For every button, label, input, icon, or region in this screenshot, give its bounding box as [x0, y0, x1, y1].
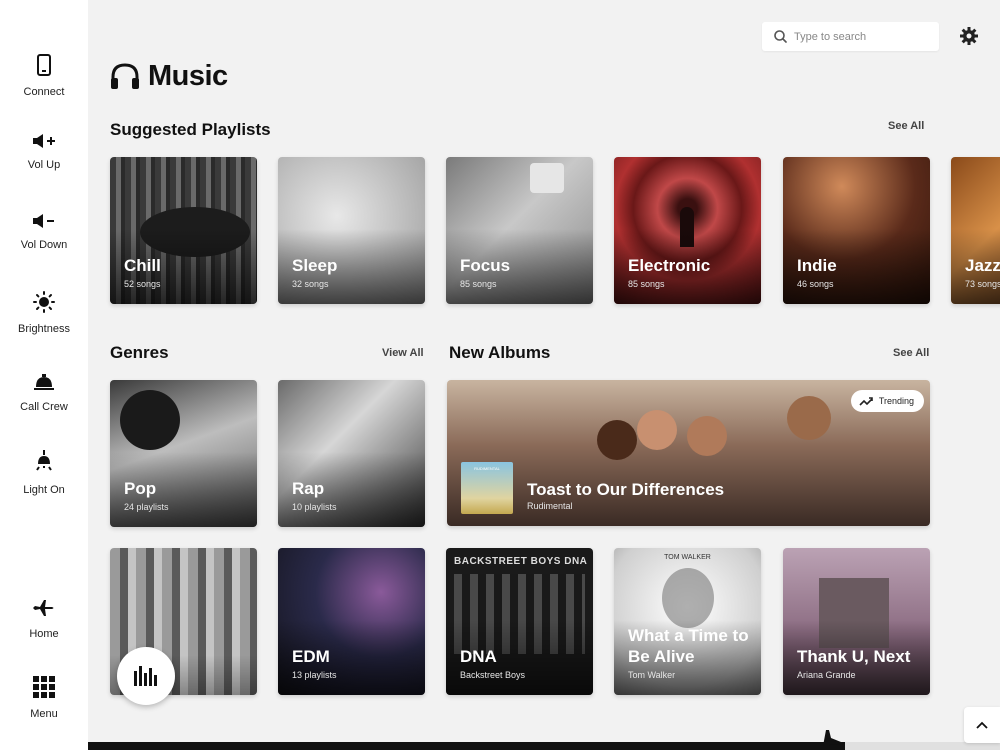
grid-icon — [33, 676, 55, 698]
light-icon — [36, 450, 52, 471]
genre-title: Pop — [124, 479, 157, 498]
chevron-up-icon — [976, 721, 988, 729]
sidebar-item-label: Connect — [23, 86, 65, 98]
featured-album-thumb-text: RUDIMENTAL — [474, 466, 500, 471]
gear-icon[interactable] — [960, 27, 978, 45]
playlist-song-count: 52 songs — [124, 279, 161, 289]
album-title: DNA — [460, 647, 497, 666]
playlist-title: Jazz — [965, 256, 1000, 275]
playlist-song-count: 85 songs — [628, 279, 665, 289]
featured-album-card[interactable]: Trending RUDIMENTAL Toast to Our Differe… — [447, 380, 930, 526]
sidebar-item-vol-down[interactable]: Vol Down — [0, 213, 88, 253]
album-artist: Ariana Grande — [797, 670, 856, 680]
brightness-icon — [33, 291, 55, 313]
sidebar-item-label: Home — [29, 628, 59, 640]
suggested-see-all-link[interactable]: See All — [888, 120, 924, 132]
playlist-song-count: 85 songs — [460, 279, 497, 289]
airplane-icon — [823, 730, 841, 746]
volume-down-icon — [33, 214, 54, 228]
suggested-playlists-heading: Suggested Playlists — [110, 120, 271, 139]
trending-icon — [859, 396, 873, 406]
sidebar-item-brightness[interactable]: Brightness — [0, 291, 88, 337]
bell-icon — [34, 374, 54, 390]
playlist-title: Sleep — [292, 256, 338, 275]
playlist-song-count: 46 songs — [797, 279, 834, 289]
main-content: Music Suggested Playlists See All Chill … — [88, 0, 1000, 750]
playlist-card-indie[interactable]: Indie 46 songs — [783, 157, 930, 304]
playlist-card-chill[interactable]: Chill 52 songs — [110, 157, 257, 304]
albums-see-all-link[interactable]: See All — [893, 347, 929, 359]
genre-card-rap[interactable]: Rap 10 playlists — [278, 380, 425, 527]
playlist-title: Focus — [460, 256, 511, 275]
sidebar-item-call-crew[interactable]: Call Crew — [0, 373, 88, 415]
genre-playlist-count: 13 playlists — [292, 670, 337, 680]
genre-playlist-count: 10 playlists — [292, 502, 337, 512]
playlist-song-count: 73 songs — [965, 279, 1000, 289]
playlist-card-focus[interactable]: Focus 85 songs — [446, 157, 593, 304]
trending-label: Trending — [878, 396, 914, 406]
album-card-thank-u-next[interactable]: Thank U, Next Ariana Grande — [783, 548, 930, 695]
playlist-card-electronic[interactable]: Electronic 85 songs — [614, 157, 761, 304]
album-card-dna[interactable]: BACKSTREET BOYS DNA DNA Backstreet Boys — [446, 548, 593, 695]
genre-card-pop[interactable]: Pop 24 playlists — [110, 380, 257, 527]
playlist-title: Chill — [124, 256, 161, 275]
airplane-icon — [33, 600, 54, 616]
album-cover-text: TOM WALKER — [664, 554, 711, 561]
sidebar-item-home[interactable]: Home — [0, 598, 88, 642]
sidebar: Connect Vol Up Vol Down Brightness Call … — [0, 0, 88, 750]
sidebar-item-label: Vol Down — [20, 239, 68, 251]
trending-badge: Trending — [850, 390, 924, 412]
album-card-what-a-time[interactable]: TOM WALKER What a Time to Be Alive Tom W… — [614, 548, 761, 695]
featured-album-title: Toast to Our Differences — [527, 480, 725, 499]
equalizer-icon — [134, 666, 157, 686]
sidebar-item-vol-up[interactable]: Vol Up — [0, 133, 88, 173]
album-artist: Tom Walker — [628, 670, 676, 680]
flight-progress-bar — [88, 742, 1000, 750]
headphones-icon — [111, 63, 139, 89]
genre-title: Rap — [292, 479, 325, 498]
volume-up-icon — [33, 134, 55, 148]
new-albums-heading: New Albums — [449, 343, 551, 362]
playlist-title: Indie — [797, 256, 837, 275]
sidebar-item-label: Vol Up — [27, 159, 61, 171]
genre-title: EDM — [292, 647, 330, 666]
featured-album-thumbnail: RUDIMENTAL — [461, 462, 513, 514]
search-input[interactable] — [794, 22, 934, 51]
album-artist: Backstreet Boys — [460, 670, 526, 680]
sidebar-item-light-on[interactable]: Light On — [0, 450, 88, 498]
sidebar-item-label: Brightness — [18, 323, 70, 335]
playlist-card-sleep[interactable]: Sleep 32 songs — [278, 157, 425, 304]
album-cover-text: BACKSTREET BOYS DNA — [454, 556, 588, 567]
genres-heading: Genres — [110, 343, 169, 362]
sidebar-item-label: Light On — [23, 484, 65, 496]
sidebar-item-label: Call Crew — [20, 401, 68, 413]
playlist-card-jazz[interactable]: Jazz 73 songs — [951, 157, 1000, 304]
genre-card-edm[interactable]: EDM 13 playlists — [278, 548, 425, 695]
page-title: Music — [110, 58, 228, 94]
search-icon — [774, 30, 787, 43]
phone-icon — [37, 54, 51, 76]
genres-view-all-link[interactable]: View All — [382, 347, 424, 359]
album-title: What a Time to Be Alive — [628, 626, 749, 666]
playlist-song-count: 32 songs — [292, 279, 329, 289]
album-title: Thank U, Next — [797, 647, 911, 666]
sidebar-item-menu[interactable]: Menu — [0, 676, 88, 722]
genre-playlist-count: 24 playlists — [124, 502, 169, 512]
playlist-title: Electronic — [628, 256, 711, 275]
flight-progress-fill — [88, 742, 845, 750]
sidebar-item-label: Menu — [30, 708, 58, 720]
sidebar-item-connect[interactable]: Connect — [0, 54, 88, 100]
now-playing-button[interactable] — [117, 647, 175, 705]
search-box[interactable] — [762, 22, 939, 51]
featured-album-artist: Rudimental — [527, 501, 573, 511]
scroll-to-top-button[interactable] — [964, 707, 1000, 743]
page-title-text: Music — [148, 59, 228, 92]
